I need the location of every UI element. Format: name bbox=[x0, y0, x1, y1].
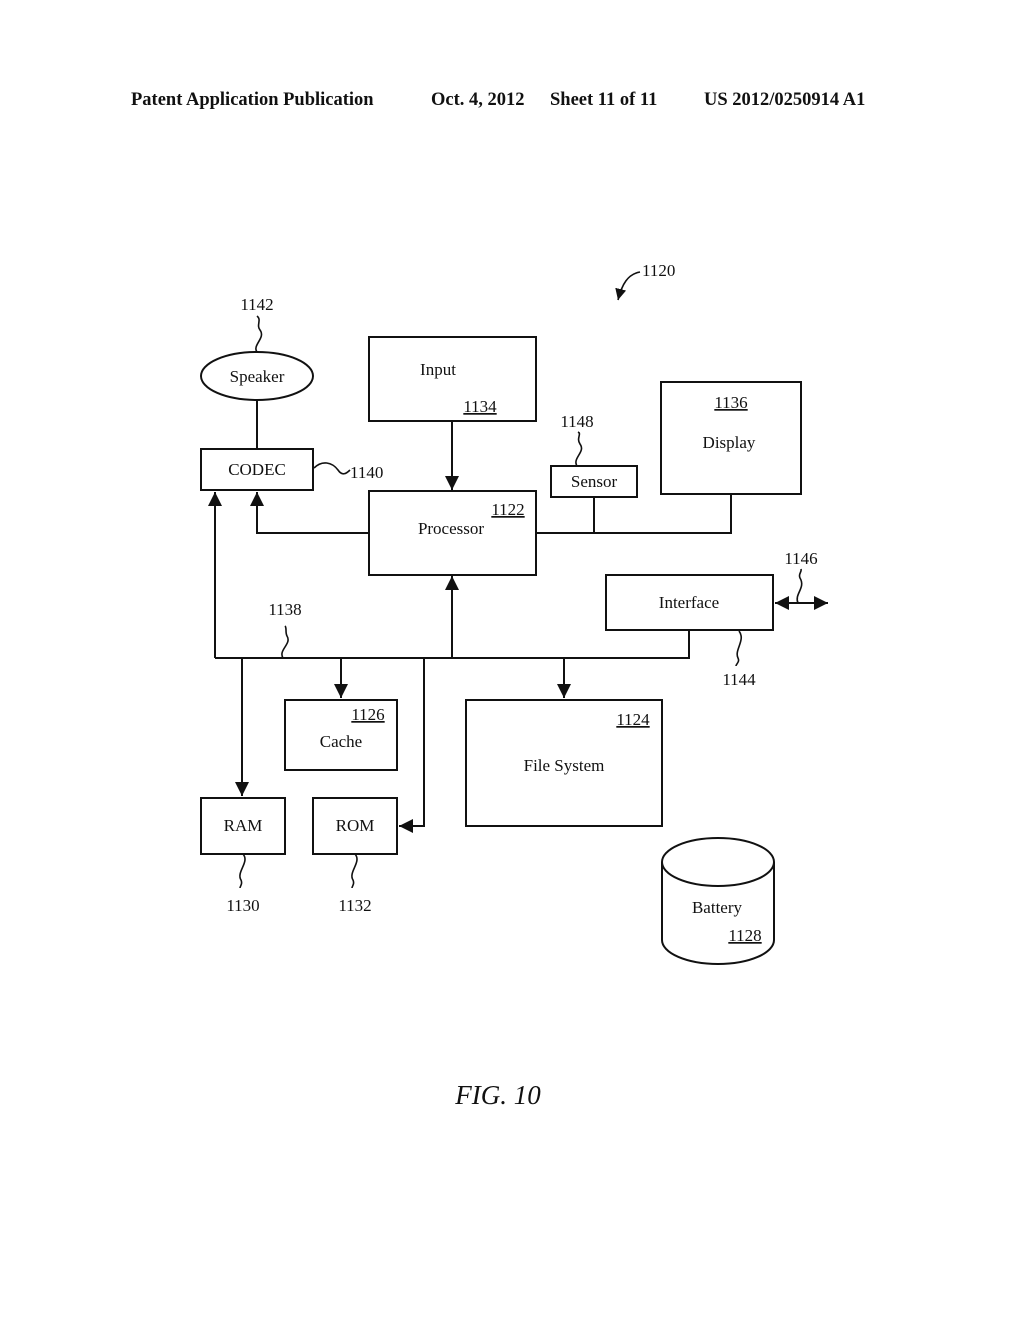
ref-1122: 1122 bbox=[491, 500, 524, 519]
ref-1142: 1142 bbox=[240, 295, 273, 314]
interface-label: Interface bbox=[659, 593, 719, 612]
ram-block: RAM 1130 bbox=[200, 797, 286, 915]
io-link-ref: 1146 bbox=[784, 549, 818, 604]
leader-line bbox=[239, 853, 246, 889]
battery-label: Battery bbox=[692, 898, 743, 917]
leader-line bbox=[351, 853, 358, 889]
leader-line bbox=[255, 315, 263, 353]
file-system-block: 1124 File System bbox=[465, 699, 663, 827]
input-block: Input 1134 bbox=[368, 336, 537, 422]
ref-1140: 1140 bbox=[350, 463, 383, 482]
ref-1126: 1126 bbox=[351, 705, 384, 724]
ref-1124: 1124 bbox=[616, 710, 650, 729]
ref-1148: 1148 bbox=[560, 412, 593, 431]
ref-1136: 1136 bbox=[714, 393, 747, 412]
leader-line bbox=[281, 625, 289, 659]
ref-1120: 1120 bbox=[642, 261, 675, 280]
leader-line bbox=[735, 630, 743, 667]
sensor-label: Sensor bbox=[571, 472, 618, 491]
ref-1134: 1134 bbox=[463, 397, 497, 416]
ref-1138: 1138 bbox=[268, 600, 301, 619]
codec-label: CODEC bbox=[228, 460, 286, 479]
codec-block: CODEC 1140 bbox=[200, 448, 383, 491]
leader-line bbox=[796, 568, 803, 604]
cache-label: Cache bbox=[320, 732, 362, 751]
processor-block: Processor 1122 bbox=[368, 490, 537, 576]
processor-label: Processor bbox=[418, 519, 484, 538]
ref-1128: 1128 bbox=[728, 926, 761, 945]
rom-label: ROM bbox=[336, 816, 375, 835]
processor-display-link bbox=[536, 494, 732, 534]
ref-1132: 1132 bbox=[338, 896, 371, 915]
speaker-block: Speaker 1142 bbox=[200, 295, 314, 401]
figure-label: FIG. 10 bbox=[455, 1080, 541, 1110]
display-block: 1136 Display bbox=[660, 381, 802, 495]
ref-1130: 1130 bbox=[226, 896, 259, 915]
cache-block: 1126 Cache bbox=[284, 699, 398, 771]
display-label: Display bbox=[703, 433, 756, 452]
bus-rom-arrow bbox=[399, 658, 425, 833]
figure-ref-1120: 1120 bbox=[615, 261, 675, 301]
leader-line bbox=[575, 431, 583, 467]
ram-label: RAM bbox=[224, 816, 263, 835]
processor-codec-arrow bbox=[250, 492, 369, 534]
battery-top bbox=[661, 837, 775, 887]
battery-block: Battery 1128 bbox=[661, 837, 775, 965]
file-system-label: File System bbox=[524, 756, 605, 775]
leader-line bbox=[313, 462, 351, 475]
block-diagram: 1120 Speaker 1142 CODEC 1140 Input 1134 … bbox=[200, 261, 828, 965]
input-shape bbox=[368, 336, 537, 422]
speaker-label: Speaker bbox=[230, 367, 285, 386]
input-label: Input bbox=[420, 360, 456, 379]
ref-arrow bbox=[615, 271, 641, 301]
ref-1144: 1144 bbox=[722, 670, 756, 689]
sensor-block: Sensor 1148 bbox=[550, 412, 638, 498]
rom-block: ROM 1132 bbox=[312, 797, 398, 915]
ref-1146: 1146 bbox=[784, 549, 817, 568]
